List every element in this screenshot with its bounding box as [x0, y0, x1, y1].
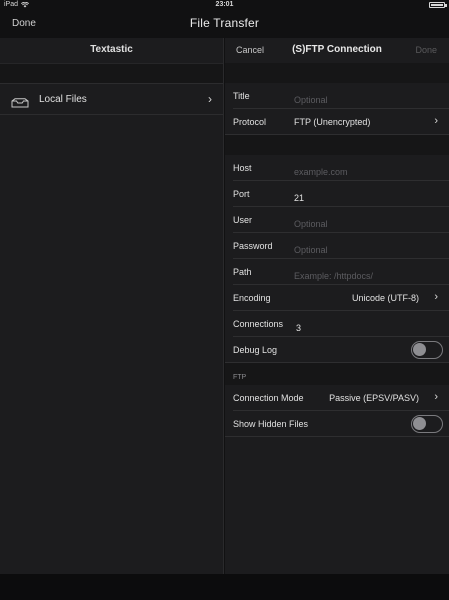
debug-log-label: Debug Log	[233, 345, 278, 355]
encoding-row[interactable]: Encoding Unicode (UTF-8) ›	[225, 285, 449, 311]
chevron-right-icon: ›	[434, 291, 438, 303]
left-pane-title: Textastic	[0, 38, 223, 63]
host-row: Host	[225, 155, 449, 181]
title-field[interactable]	[294, 95, 434, 105]
connection-mode-label: Connection Mode	[233, 393, 304, 403]
connections-label: Connections	[233, 319, 284, 329]
connection-mode-row[interactable]: Connection Mode Passive (EPSV/PASV) ›	[225, 385, 449, 411]
status-bar: iPad 23:01	[0, 0, 449, 10]
section-spacer	[225, 63, 449, 83]
encoding-value: Unicode (UTF-8)	[351, 293, 419, 303]
chevron-right-icon: ›	[434, 391, 438, 403]
connection-nav: Cancel (S)FTP Connection Done	[225, 38, 449, 63]
protocol-value: FTP (Unencrypted)	[294, 117, 371, 127]
path-row: Path	[225, 259, 449, 285]
section-spacer	[225, 135, 449, 155]
tray-icon	[11, 95, 29, 113]
password-label: Password	[233, 241, 273, 251]
protocol-label: Protocol	[233, 117, 267, 127]
password-field[interactable]	[294, 245, 434, 255]
chevron-right-icon: ›	[434, 115, 438, 127]
user-row: User	[225, 207, 449, 233]
show-hidden-files-row: Show Hidden Files	[225, 411, 449, 437]
left-pane-spacer	[0, 63, 223, 83]
port-field[interactable]	[294, 193, 434, 203]
right-pane: Cancel (S)FTP Connection Done Title Prot…	[225, 38, 449, 574]
show-hidden-files-toggle[interactable]	[411, 415, 443, 433]
left-pane: Textastic Local Files ›	[0, 38, 224, 574]
debug-log-row: Debug Log	[225, 337, 449, 363]
toggle-knob	[413, 417, 426, 430]
connections-field[interactable]	[296, 323, 436, 333]
connections-row: Connections	[225, 311, 449, 337]
user-field[interactable]	[294, 219, 434, 229]
port-row: Port	[225, 181, 449, 207]
encoding-label: Encoding	[233, 293, 271, 303]
page-title: File Transfer	[189, 16, 260, 30]
ftp-section-label: FTP	[233, 374, 247, 381]
user-label: User	[233, 215, 253, 225]
ftp-section-header: FTP	[225, 363, 449, 385]
host-field[interactable]	[294, 167, 434, 177]
host-label: Host	[233, 163, 252, 173]
password-row: Password	[225, 233, 449, 259]
top-nav: Done File Transfer	[0, 10, 449, 38]
path-label: Path	[233, 267, 252, 277]
local-files-label: Local Files	[39, 94, 87, 105]
bottom-bar	[0, 574, 449, 600]
connection-done-button[interactable]: Done	[415, 45, 437, 55]
battery-icon	[429, 2, 447, 8]
local-files-item[interactable]: Local Files ›	[0, 83, 223, 115]
show-hidden-files-label: Show Hidden Files	[233, 419, 309, 429]
title-label: Title	[233, 91, 250, 101]
connection-mode-value: Passive (EPSV/PASV)	[329, 393, 419, 403]
title-row: Title	[225, 83, 449, 109]
toggle-knob	[413, 343, 426, 356]
protocol-row[interactable]: Protocol FTP (Unencrypted) ›	[225, 109, 449, 135]
port-label: Port	[233, 189, 250, 199]
status-time: 23:01	[215, 1, 234, 8]
debug-log-toggle[interactable]	[411, 341, 443, 359]
path-field[interactable]	[294, 271, 434, 281]
chevron-right-icon: ›	[208, 92, 212, 106]
